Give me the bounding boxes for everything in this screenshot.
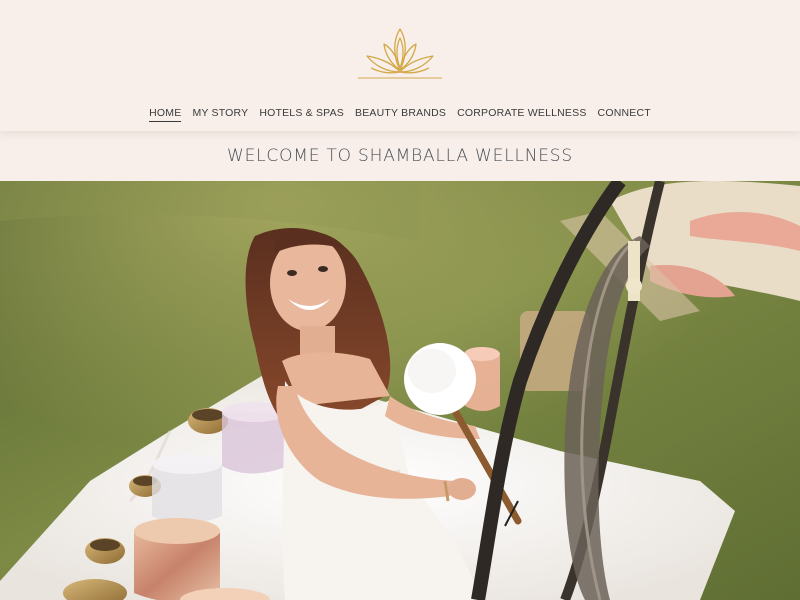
hero-image	[0, 181, 800, 600]
nav-home[interactable]: HOME	[149, 107, 182, 122]
page-title: WELCOME TO SHAMBALLA WELLNESS	[227, 146, 573, 166]
nav-corporate-wellness[interactable]: CORPORATE WELLNESS	[457, 107, 586, 122]
main-navigation: HOME MY STORY HOTELS & SPAS BEAUTY BRAND…	[0, 107, 800, 122]
nav-beauty-brands[interactable]: BEAUTY BRANDS	[355, 107, 446, 122]
hero-photo-sound-healing	[0, 181, 800, 600]
nav-connect[interactable]: CONNECT	[598, 107, 651, 122]
lotus-logo-icon[interactable]	[355, 26, 445, 82]
welcome-banner: WELCOME TO SHAMBALLA WELLNESS	[0, 131, 800, 181]
nav-my-story[interactable]: MY STORY	[192, 107, 248, 122]
nav-hotels-spas[interactable]: HOTELS & SPAS	[259, 107, 344, 122]
site-header: HOME MY STORY HOTELS & SPAS BEAUTY BRAND…	[0, 0, 800, 131]
